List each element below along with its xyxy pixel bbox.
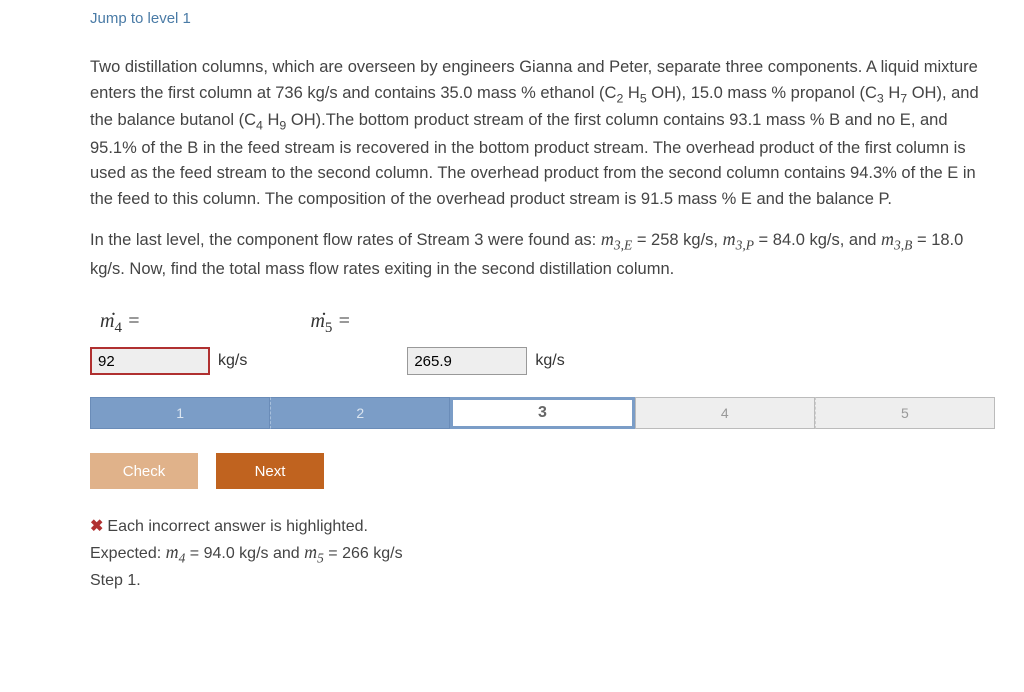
feedback-block: ✖Each incorrect answer is highlighted. E…: [90, 515, 984, 593]
step-5[interactable]: 5: [815, 397, 995, 429]
step-2[interactable]: 2: [270, 397, 450, 429]
m4-label: m4 =: [100, 310, 140, 337]
problem-paragraph-1: Two distillation columns, which are over…: [90, 55, 984, 212]
m5-label: m5 =: [310, 310, 350, 337]
step-1[interactable]: 1: [90, 397, 270, 429]
x-icon: ✖: [90, 518, 103, 535]
m4-input[interactable]: [90, 347, 210, 375]
step-progress-bar: 1 2 3 4 5: [90, 397, 995, 429]
m5-unit: kg/s: [535, 352, 564, 370]
step-3[interactable]: 3: [450, 397, 634, 429]
next-button[interactable]: Next: [216, 453, 324, 489]
jump-to-level-link[interactable]: Jump to level 1: [90, 10, 984, 27]
step-4[interactable]: 4: [635, 397, 815, 429]
m5-input[interactable]: [407, 347, 527, 375]
m4-unit: kg/s: [218, 352, 247, 370]
problem-paragraph-2: In the last level, the component flow ra…: [90, 226, 984, 282]
check-button[interactable]: Check: [90, 453, 198, 489]
